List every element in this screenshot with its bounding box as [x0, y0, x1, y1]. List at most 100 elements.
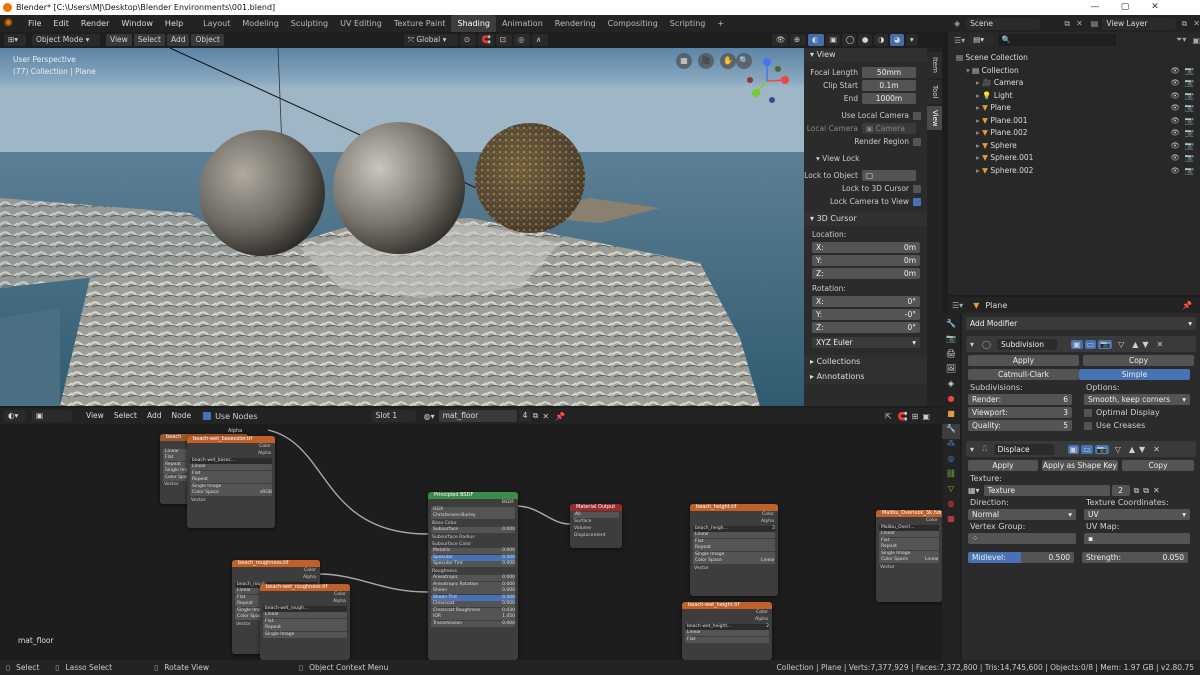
properties-editor-icon[interactable]: ☰▾ [952, 301, 963, 310]
image-texture-node-basecolor[interactable]: beach-wet_basecolor.tif Color Alpha beac… [187, 436, 275, 528]
constraints-tab-icon[interactable]: ⛓ [942, 469, 960, 484]
interpolation-field[interactable]: Linear [879, 531, 939, 537]
axis-gizmo[interactable] [742, 56, 792, 106]
material-browse-icon[interactable]: ◍▾ [424, 412, 435, 421]
subdiv-apply-button[interactable]: Apply [968, 355, 1079, 366]
cursor-location-z[interactable]: Z: 0m [812, 268, 920, 279]
bsdf-input-metallic[interactable]: Metallic 0.000 [431, 548, 515, 554]
material-shading-icon[interactable]: ◑ [873, 34, 888, 46]
tab-item[interactable]: Item [927, 52, 942, 78]
extension-field[interactable]: Repeat [879, 544, 939, 550]
unlink-material-icon[interactable]: ✕ [542, 412, 549, 421]
3d-viewport[interactable]: User Perspective (77) Collection | Plane… [0, 48, 804, 406]
bsdf-input-clearcoat-roughness[interactable]: Clearcoat Roughness 0.030 [431, 607, 515, 614]
viewport-menu-add[interactable]: Add [166, 34, 190, 46]
image-texture-node-height[interactable]: beach_height.tif Color Alpha beach_heigh… [690, 504, 778, 596]
delete-scene-icon[interactable]: ✕ [1076, 19, 1083, 28]
image-file-field[interactable]: beach-wet_rough... [263, 605, 347, 612]
image-file-field[interactable]: Malibu_Overl... [879, 524, 939, 531]
output-tab-icon[interactable]: 🖨 [942, 349, 960, 364]
render-region-checkbox[interactable] [913, 137, 921, 146]
projection-field[interactable]: Flat [879, 537, 939, 544]
tab-shading[interactable]: Shading [451, 15, 496, 32]
render-toggle-icon[interactable]: 📷 [1185, 140, 1194, 153]
use-nodes-checkbox[interactable] [203, 412, 212, 420]
image-file-field[interactable]: beach-wet_basec... [190, 457, 272, 464]
smooth-select[interactable]: Smooth, keep corners ▾ [1084, 394, 1190, 405]
new-scene-icon[interactable]: ⧉ [1064, 19, 1070, 29]
editor-type-icon[interactable]: ⊞▾ [4, 34, 26, 46]
fake-user-icon[interactable]: ⧉ [1134, 486, 1140, 496]
outliner-item-sphere-002[interactable]: ▸ ▼ Sphere.002 👁 📷 [948, 165, 1200, 178]
orientation-selector[interactable]: ⤧ Global ▾ [403, 34, 458, 46]
displace-apply-button[interactable]: Apply [968, 460, 1038, 471]
bsdf-input-anisotropic-rotation[interactable]: Anisotropic Rotation 0.000 [431, 581, 515, 588]
texture-field[interactable]: Texture [983, 485, 1110, 496]
outliner-item-sphere-001[interactable]: ▸ ▼ Sphere.001 👁 📷 [948, 152, 1200, 165]
tab-texture-paint[interactable]: Texture Paint [388, 15, 452, 32]
visibility-toggle-icon[interactable]: 👁 [1170, 65, 1180, 78]
tab-tool[interactable]: Tool [927, 80, 942, 104]
realtime-icon[interactable]: ▭ [1081, 444, 1093, 454]
render-toggle-icon[interactable]: 📷 [1185, 65, 1194, 78]
cursor-location-x[interactable]: X: 0m [812, 242, 920, 253]
displace-copy-button[interactable]: Copy [1122, 460, 1194, 471]
viewport-menu-object[interactable]: Object [191, 34, 224, 46]
tab-sculpting[interactable]: Sculpting [285, 15, 334, 32]
slot-select[interactable]: Slot 1 [371, 410, 416, 422]
texture-users-count[interactable]: 2 [1111, 485, 1130, 496]
display-mode-icon[interactable]: ▤▾ [969, 34, 994, 46]
3d-cursor-panel-header[interactable]: ▾ 3D Cursor [804, 212, 927, 226]
interpolation-field[interactable]: Linear [190, 464, 272, 470]
move-up-icon[interactable]: ▲ [1132, 340, 1138, 349]
cage-icon[interactable]: ▽ [1118, 340, 1124, 349]
menu-render[interactable]: Render [75, 15, 115, 32]
outliner-item-plane-001[interactable]: ▸ ▼ Plane.001 👁 📷 [948, 115, 1200, 128]
direction-select[interactable]: Normal ▾ [968, 509, 1076, 520]
bsdf-input-specular[interactable]: Specular 0.500 [431, 554, 515, 561]
outliner-item-plane[interactable]: ▸ ▼ Plane 👁 📷 [948, 102, 1200, 115]
visibility-toggle-icon[interactable]: 👁 [1170, 152, 1180, 165]
displace-name-field[interactable]: Displace [993, 443, 1054, 455]
tab-uv-editing[interactable]: UV Editing [334, 15, 388, 32]
render-toggle-icon[interactable]: 📷 [1185, 127, 1194, 140]
bsdf-input-base-color[interactable]: Base Color [428, 520, 518, 527]
extension-field[interactable]: Repeat [693, 545, 775, 551]
tab-compositing[interactable]: Compositing [602, 15, 664, 32]
node-menu-add[interactable]: Add [143, 410, 166, 422]
bsdf-input-ior[interactable]: IOR 1.450 [431, 614, 515, 620]
bsdf-input-specular-tint[interactable]: Specular Tint 0.000 [431, 561, 515, 567]
subdivision-name-field[interactable]: Subdivision [996, 338, 1057, 350]
render-toggle-icon[interactable]: 📷 [1185, 77, 1194, 90]
render-toggle-icon[interactable]: 📷 [1185, 115, 1194, 128]
scene-tab-icon[interactable]: ◈ [942, 379, 960, 394]
visibility-toggle-icon[interactable]: 👁 [1170, 127, 1180, 140]
snap-target-icon[interactable]: ⊡ [495, 34, 512, 46]
close-icon[interactable]: ✕ [1140, 0, 1170, 15]
vertex-group-field[interactable]: ⁘ [968, 533, 1076, 544]
annotations-panel-header[interactable]: ▸ Annotations [804, 370, 927, 384]
node-editor[interactable]: beach Color Linear Flat Repeat Single Im… [0, 424, 942, 660]
view-panel-header[interactable]: ▾ View [804, 48, 927, 62]
move-down-icon[interactable]: ▼ [1139, 445, 1145, 454]
proportional-edit-icon[interactable]: ◎ [513, 34, 530, 46]
visibility-icon[interactable]: 👁 [771, 34, 788, 46]
sphere-001-object[interactable] [333, 122, 465, 254]
object-tab-icon[interactable]: ■ [942, 409, 960, 424]
new-texture-icon[interactable]: ⧉ [1143, 486, 1149, 496]
extension-field[interactable]: Repeat [263, 625, 347, 631]
collections-panel-header[interactable]: ▸ Collections [804, 355, 927, 369]
image-file-field[interactable]: beach-wet_height... 2 [685, 623, 769, 630]
subdiv-copy-button[interactable]: Copy [1083, 355, 1194, 366]
bsdf-input-roughness[interactable]: Roughness [428, 568, 518, 575]
use-local-camera-checkbox[interactable] [913, 111, 921, 120]
visibility-toggle-icon[interactable]: 👁 [1170, 165, 1180, 178]
node-editor-type-icon[interactable]: ◐▾ [4, 410, 26, 422]
uv-map-field[interactable]: ▪ [1084, 533, 1190, 544]
modifier-tab-icon[interactable]: 🔧 [942, 424, 960, 439]
pivot-icon[interactable]: ⊙ [459, 34, 476, 46]
collapse-icon[interactable]: ▾ [970, 445, 974, 454]
image-texture-node-wet-height[interactable]: beach-wet_height.tif Color Alpha beach-w… [682, 602, 772, 660]
principled-bsdf-node[interactable]: Principled BSDF BSDF GGX Christensen-Bur… [428, 492, 518, 660]
new-view-layer-icon[interactable]: ⧉ [1182, 19, 1188, 29]
